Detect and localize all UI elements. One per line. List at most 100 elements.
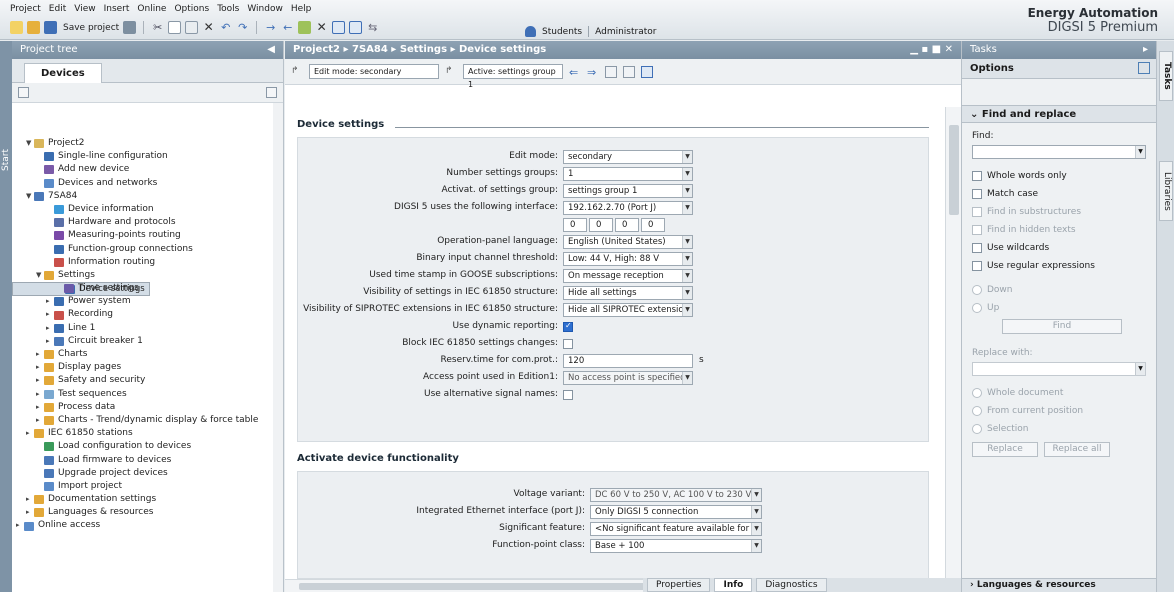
editor-vertical-scrollbar[interactable]	[945, 107, 961, 579]
tree-view-icon[interactable]	[266, 87, 277, 98]
field-checkbox[interactable]	[563, 390, 573, 400]
go-online-icon[interactable]	[298, 21, 312, 34]
compare-icon[interactable]	[605, 65, 617, 78]
option-wildcards[interactable]: Use wildcards	[972, 239, 1146, 257]
radio[interactable]	[972, 388, 982, 398]
field-dropdown[interactable]: secondary ▼	[563, 150, 693, 164]
field-checkbox[interactable]	[563, 321, 573, 332]
chevron-down-icon[interactable]: ▼	[682, 372, 692, 384]
radio-up[interactable]: Up	[972, 299, 1146, 317]
filter-icon[interactable]	[623, 65, 635, 78]
option-find-substructures[interactable]: Find in substructures	[972, 203, 1146, 221]
breadcrumb-item[interactable]: 7SA84	[352, 44, 388, 55]
user-role[interactable]: Students	[542, 27, 582, 37]
menu-help[interactable]: Help	[291, 4, 312, 14]
field-dropdown[interactable]: English (United States) ▼	[563, 235, 693, 249]
tree-item[interactable]: Import project	[12, 480, 284, 493]
new-project-icon[interactable]	[10, 21, 23, 34]
tree-item[interactable]: Single-line configuration	[12, 150, 284, 163]
breadcrumb-item[interactable]: Device settings	[459, 44, 546, 55]
field-input[interactable]: 120	[563, 354, 693, 368]
tree-item[interactable]: ▸ Display pages	[12, 361, 284, 374]
ip-octet[interactable]: 0	[563, 218, 587, 232]
start-strip[interactable]: Start	[0, 41, 12, 592]
tree-item[interactable]: Device information	[12, 203, 284, 216]
tree-item[interactable]: Load configuration to devices	[12, 440, 284, 453]
radio[interactable]	[972, 406, 982, 416]
collapsed-arrow-icon[interactable]: ▸	[46, 308, 54, 321]
tree-scrollbar[interactable]	[273, 103, 283, 592]
menu-options[interactable]: Options	[174, 4, 209, 14]
radio-down[interactable]: Down	[972, 281, 1146, 299]
collapse-panel-icon[interactable]: ◀	[267, 44, 275, 56]
tree-item[interactable]: ▼ Project2	[12, 137, 284, 150]
tree-grid-icon[interactable]	[18, 87, 29, 98]
tree-item[interactable]: ▸ Safety and security	[12, 374, 284, 387]
field-dropdown[interactable]: <No significant feature available for se…	[590, 522, 762, 536]
field-dropdown[interactable]: Hide all settings ▼	[563, 286, 693, 300]
tree-item[interactable]: ▼ Settings	[12, 269, 284, 282]
checkbox[interactable]	[972, 225, 982, 235]
tree-item[interactable]: Devices and networks	[12, 177, 284, 190]
tree-item[interactable]: Time settings	[12, 282, 284, 295]
menu-window[interactable]: Window	[247, 4, 283, 14]
chevron-down-icon[interactable]: ▼	[682, 168, 692, 180]
chevron-down-icon[interactable]: ▼	[682, 304, 692, 316]
tasks-collapse-icon[interactable]: ▸	[1143, 44, 1148, 56]
checkbox[interactable]	[972, 171, 982, 181]
replace-all-button[interactable]: Replace all	[1044, 442, 1110, 457]
menu-view[interactable]: View	[74, 4, 95, 14]
option-regex[interactable]: Use regular expressions	[972, 257, 1146, 275]
collapsed-arrow-icon[interactable]: ▸	[36, 414, 44, 427]
split-horizontal-icon[interactable]	[332, 21, 346, 34]
tree-item[interactable]: ▸ Languages & resources	[12, 506, 284, 519]
field-dropdown[interactable]: On message reception ▼	[563, 269, 693, 283]
tree-item[interactable]: ▸ Test sequences	[12, 388, 284, 401]
radio[interactable]	[972, 303, 982, 313]
redo-icon[interactable]: ↷	[236, 21, 249, 34]
radio-from-position[interactable]: From current position	[972, 402, 1146, 420]
tab-diagnostics[interactable]: Diagnostics	[756, 578, 827, 592]
close-icon[interactable]: ✕	[945, 44, 953, 55]
expanded-arrow-icon[interactable]: ▼	[26, 190, 34, 203]
tree-item[interactable]: Upgrade project devices	[12, 467, 284, 480]
copy-icon[interactable]	[168, 21, 182, 34]
chevron-down-icon[interactable]: ▼	[682, 270, 692, 282]
radio-whole-document[interactable]: Whole document	[972, 384, 1146, 402]
delete-icon[interactable]: ✕	[202, 21, 215, 34]
tree-item[interactable]: ▸ Charts - Trend/dynamic display & force …	[12, 414, 284, 427]
split-vertical-icon[interactable]	[349, 21, 363, 34]
ip-octet[interactable]: 0	[615, 218, 639, 232]
paste-icon[interactable]	[185, 21, 199, 34]
option-match-case[interactable]: Match case	[972, 185, 1146, 203]
menu-insert[interactable]: Insert	[104, 4, 130, 14]
list-view-icon[interactable]	[641, 65, 653, 78]
checkbox[interactable]	[972, 261, 982, 271]
options-view-icon[interactable]	[1138, 62, 1150, 74]
field-dropdown[interactable]: Hide all SIPROTEC extensions ▼	[563, 303, 693, 317]
compile-icon[interactable]: →	[264, 21, 277, 34]
open-project-icon[interactable]	[27, 21, 40, 34]
tree-item[interactable]: ▸ Power system	[12, 295, 284, 308]
collapsed-arrow-icon[interactable]: ▸	[36, 401, 44, 414]
find-replace-header[interactable]: ⌄ Find and replace	[962, 105, 1156, 123]
chevron-down-icon[interactable]: ▼	[682, 287, 692, 299]
cut-icon[interactable]: ✂	[151, 21, 164, 34]
collapsed-arrow-icon[interactable]: ▸	[46, 322, 54, 335]
tab-info[interactable]: Info	[714, 578, 753, 592]
user-name[interactable]: Administrator	[595, 27, 656, 37]
field-dropdown[interactable]: Base + 100 ▼	[590, 539, 762, 553]
field-dropdown[interactable]: DC 60 V to 250 V, AC 100 V to 230 V ▼	[590, 488, 762, 502]
chevron-down-icon[interactable]: ▼	[751, 540, 761, 552]
collapsed-arrow-icon[interactable]: ▸	[16, 519, 24, 532]
edit-mode-box[interactable]: Edit mode: secondary	[309, 64, 439, 79]
collapsed-arrow-icon[interactable]: ▸	[46, 295, 54, 308]
field-checkbox[interactable]	[563, 339, 573, 349]
find-button[interactable]: Find	[1002, 319, 1122, 334]
tree-item[interactable]: ▸ Circuit breaker 1	[12, 335, 284, 348]
chevron-down-icon[interactable]: ▼	[751, 489, 761, 501]
tab-properties[interactable]: Properties	[647, 578, 711, 592]
option-find-hidden[interactable]: Find in hidden texts	[972, 221, 1146, 239]
option-whole-words[interactable]: Whole words only	[972, 167, 1146, 185]
field-dropdown[interactable]: Only DIGSI 5 connection ▼	[590, 505, 762, 519]
